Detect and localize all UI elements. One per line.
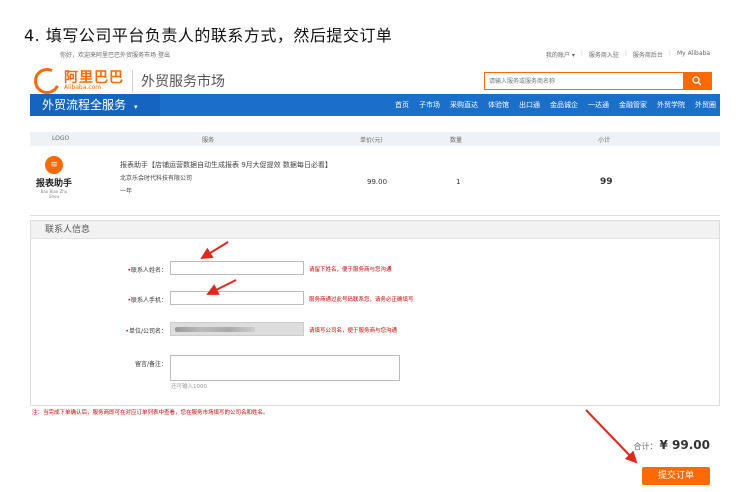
logout-link[interactable]: 登出	[158, 52, 170, 59]
remark-char-count: 还可输入1000	[171, 384, 207, 390]
column-price: 单价(元)	[360, 137, 383, 144]
product-info: 报表助手【店铺运营数据自动生成报表 9月大促提效 数据每日必看】 北京乐会时代科…	[120, 160, 360, 197]
my-alibaba-link[interactable]: My Alibaba	[677, 50, 710, 59]
search-button[interactable]	[683, 73, 711, 89]
chevron-down-icon: ▾	[134, 103, 138, 111]
total-amount: ¥ 99.00	[659, 438, 710, 452]
contact-name-row: •联系人姓名： 请留下姓名，便于服务商与您沟通	[31, 261, 719, 279]
nav-item-finance[interactable]: 金融管家	[619, 94, 647, 116]
contact-name-field[interactable]	[170, 261, 304, 275]
column-service: 服务	[202, 137, 215, 144]
contact-section: 联系人信息 •联系人姓名： 请留下姓名，便于服务商与您沟通 •联系人手机： 服务…	[30, 220, 720, 406]
column-subtotal: 小计	[598, 137, 611, 144]
nav-item-submarket[interactable]: 子市场	[419, 94, 440, 116]
browser-page: 你好，欢迎来阿里巴巴外贸服务市场 登出 我的账户 ▾ | 服务商入驻 | 服务商…	[30, 44, 720, 492]
main-nav: 外贸流程全服务 ▾ 首页 子市场 采购直达 体验馆 出口通 金品诚企 一达通 金融…	[30, 94, 720, 116]
company-name-row: •单位/公司名： 请填写公司名，便于服务商与您沟通	[31, 322, 719, 340]
nav-item-academy[interactable]: 外贸学院	[657, 94, 685, 116]
report-icon: ≡	[45, 156, 63, 174]
contact-name-hint: 请留下姓名，便于服务商与您沟通	[309, 267, 392, 273]
top-links: 我的账户 ▾ | 服务商入驻 | 服务商后台 | My Alibaba	[545, 50, 710, 59]
nav-item-one-touch[interactable]: 一达通	[588, 94, 609, 116]
column-quantity: 数量	[450, 137, 463, 144]
remark-row: 留言/备注： 还可输入1000	[31, 355, 719, 395]
alibaba-logo-icon	[30, 64, 64, 98]
product-logo: ≡ 报表助手 Bao Biao Zhu Shou	[36, 156, 72, 199]
nav-item-circle[interactable]: 外贸圈	[695, 94, 716, 116]
nav-item-home[interactable]: 首页	[395, 94, 409, 116]
submit-order-button[interactable]: 提交订单	[642, 467, 710, 485]
table-row: ≡ 报表助手 Bao Biao Zhu Shou 报表助手【店铺运营数据自动生成…	[30, 148, 720, 216]
company-name-field[interactable]	[170, 322, 304, 336]
search-icon	[692, 76, 702, 86]
product-price: 99.00	[367, 178, 388, 186]
nav-item-export[interactable]: 出口通	[519, 94, 540, 116]
company-name-hint: 请填写公司名，便于服务商与您沟通	[309, 328, 398, 334]
order-note: 注：当完成下单确认后，服务商即可在对应订单列表中查看，您在服务市场填写的公司名和…	[32, 410, 269, 416]
order-total: 合计： ¥ 99.00	[633, 438, 710, 452]
provider-backend-link[interactable]: 服务商后台	[633, 50, 663, 59]
product-period: 一年	[120, 188, 133, 195]
greeting: 你好，欢迎来阿里巴巴外贸服务市场 登出	[60, 52, 170, 59]
top-bar: 你好，欢迎来阿里巴巴外贸服务市场 登出 我的账户 ▾ | 服务商入驻 | 服务商…	[30, 48, 720, 62]
product-quantity: 1	[456, 178, 461, 186]
contact-phone-row: •联系人手机： 服务商通过此号码联系您，请务必正确填写	[31, 291, 719, 309]
product-title[interactable]: 报表助手【店铺运营数据自动生成报表 9月大促提效 数据每日必看】	[120, 160, 360, 171]
redacted-text	[175, 327, 255, 332]
contact-section-title: 联系人信息	[31, 221, 719, 239]
nav-all-services[interactable]: 外贸流程全服务 ▾	[30, 94, 160, 116]
product-subtotal: 99	[600, 177, 613, 187]
instruction-heading: 4. 填写公司平台负责人的联系方式，然后提交订单	[24, 26, 393, 45]
alibaba-logo[interactable]: 阿里巴巴 Alibaba.com 外贸服务市场	[30, 64, 225, 98]
nav-item-direct-purchase[interactable]: 采购直达	[450, 94, 478, 116]
provider-join-link[interactable]: 服务商入驻	[589, 50, 619, 59]
nav-item-gold-supplier[interactable]: 金品诚企	[550, 94, 578, 116]
contact-phone-hint: 服务商通过此号码联系您，请务必正确填写	[309, 297, 414, 303]
product-company: 北京乐会时代科技有限公司	[120, 175, 193, 182]
search-input[interactable]	[485, 73, 683, 89]
order-table-header: LOGO 服务 单价(元) 数量 小计	[30, 132, 720, 146]
search-bar	[484, 72, 712, 90]
site-name: 外贸服务市场	[141, 74, 225, 90]
remark-textarea[interactable]	[170, 355, 400, 381]
my-account-link[interactable]: 我的账户 ▾	[546, 50, 575, 59]
nav-item-experience[interactable]: 体验馆	[488, 94, 509, 116]
column-logo: LOGO	[52, 135, 70, 142]
contact-phone-field[interactable]	[170, 291, 304, 305]
